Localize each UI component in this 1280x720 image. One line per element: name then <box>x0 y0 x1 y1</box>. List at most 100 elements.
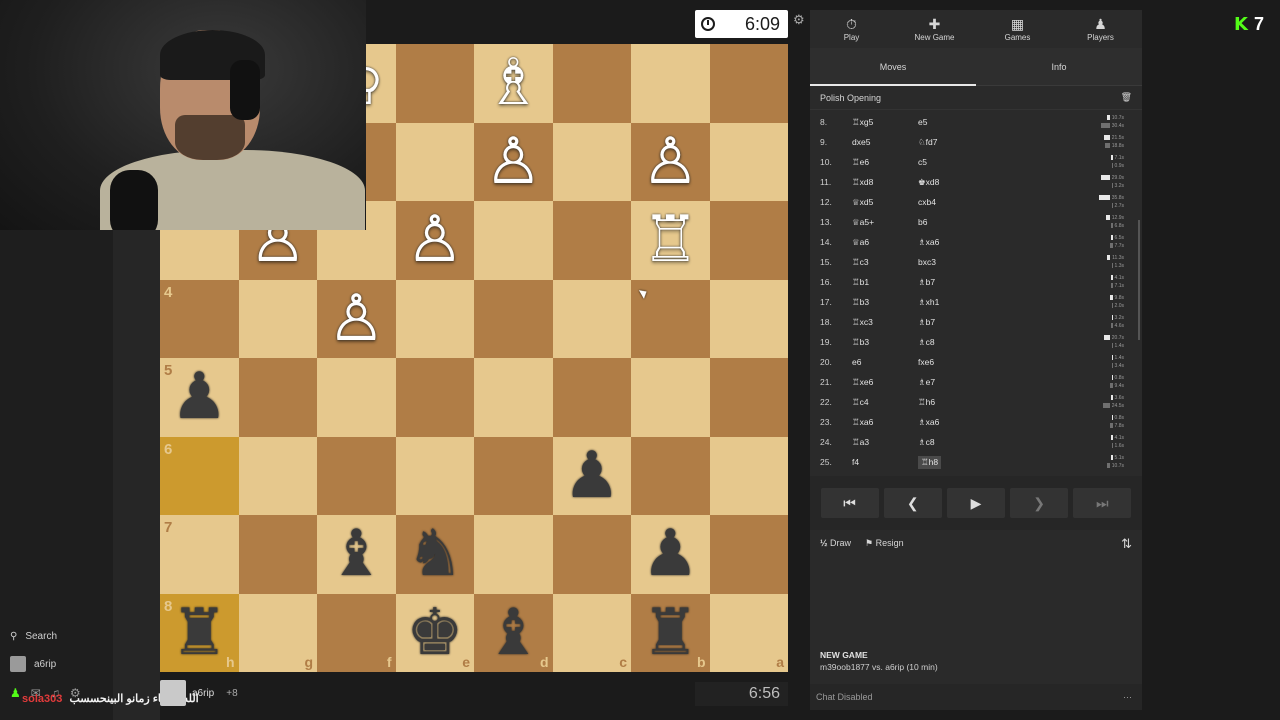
board-square[interactable] <box>552 515 631 594</box>
board-square[interactable] <box>709 436 788 515</box>
draw-button[interactable]: ½ Draw <box>820 538 851 548</box>
board-square[interactable]: d ♝ <box>474 593 553 672</box>
black-move[interactable]: fxe6 <box>918 357 998 367</box>
board-square[interactable] <box>474 515 553 594</box>
board-square[interactable] <box>474 358 553 437</box>
board-square[interactable]: ♖ <box>631 201 710 280</box>
board-square[interactable] <box>709 201 788 280</box>
board-square[interactable] <box>631 44 710 123</box>
white-move[interactable]: ♖xg5 <box>852 117 918 128</box>
white-pawn-icon[interactable]: ♙ <box>642 130 699 194</box>
board-square[interactable] <box>395 358 474 437</box>
move-row[interactable]: 8. ♖xg5 e5 10.7s 30.4s <box>810 112 1142 132</box>
board-square[interactable]: 4 <box>160 279 239 358</box>
board-square[interactable] <box>395 122 474 201</box>
board-square[interactable]: ♝ <box>317 515 396 594</box>
board-square[interactable]: b ♜ <box>631 593 710 672</box>
board-square[interactable]: 7 <box>160 515 239 594</box>
move-row[interactable]: 19. ♖b3 ♗c8 20.7s 1.4s <box>810 332 1142 352</box>
white-move[interactable]: ♖xc3 <box>852 317 918 328</box>
next-move-button[interactable]: ❯ <box>1010 488 1069 518</box>
board-square[interactable] <box>395 279 474 358</box>
move-row[interactable]: 16. ♖b1 ♗b7 4.1s 7.1s <box>810 272 1142 292</box>
board-square[interactable] <box>238 436 317 515</box>
board-square[interactable]: ♙ <box>395 201 474 280</box>
sidebar-search[interactable]: ⚲ Search <box>10 631 57 642</box>
nav-games[interactable]: ▦ Games <box>976 10 1059 48</box>
gear-icon[interactable]: ⚙ <box>793 12 805 28</box>
black-move[interactable]: ♗c8 <box>918 337 998 348</box>
trash-icon[interactable]: 🗑 <box>1121 92 1132 103</box>
black-move[interactable]: bxc3 <box>918 257 998 267</box>
black-move[interactable]: cxb4 <box>918 197 998 207</box>
white-move[interactable]: ♕a6 <box>852 237 918 248</box>
black-pawn-icon[interactable]: ♟ <box>563 444 620 508</box>
black-bishop-icon[interactable]: ♝ <box>328 522 385 586</box>
white-move[interactable]: ♖b3 <box>852 297 918 308</box>
board-square[interactable] <box>238 358 317 437</box>
black-move[interactable]: ♚xd8 <box>918 177 998 188</box>
black-move[interactable]: ♗c8 <box>918 437 998 448</box>
black-pawn-icon[interactable]: ♟ <box>642 522 699 586</box>
move-row[interactable]: 14. ♕a6 ♗xa6 6.5s 7.7s <box>810 232 1142 252</box>
board-square[interactable]: ♙ <box>317 279 396 358</box>
black-knight-icon[interactable]: ♞ <box>406 522 463 586</box>
white-move[interactable]: ♖c3 <box>852 257 918 268</box>
board-square[interactable] <box>474 279 553 358</box>
sidebar-user[interactable]: a6rip <box>10 656 56 672</box>
board-square[interactable] <box>709 44 788 123</box>
board-square[interactable] <box>552 279 631 358</box>
move-row[interactable]: 13. ♕a5+ b6 12.9s 6.8s <box>810 212 1142 232</box>
black-move[interactable]: ♗b7 <box>918 317 998 328</box>
move-row[interactable]: 10. ♖e6 c5 7.1s 0.9s <box>810 152 1142 172</box>
board-square[interactable] <box>552 122 631 201</box>
board-square[interactable]: ♟ <box>552 436 631 515</box>
board-square[interactable] <box>474 436 553 515</box>
move-row[interactable]: 17. ♖b3 ♗xh1 9.8s 2.0s <box>810 292 1142 312</box>
board-square[interactable]: ♞ <box>395 515 474 594</box>
moves-list[interactable]: 8. ♖xg5 e5 10.7s 30.4s 9. dxe5 ♘fd7 21.5s 18.8s 10… <box>810 110 1142 476</box>
black-rook-icon[interactable]: ♜ <box>171 601 228 665</box>
move-row[interactable]: 23. ♖xa6 ♗xa6 0.8s 7.8s <box>810 412 1142 432</box>
black-move[interactable]: ♗xh1 <box>918 297 998 308</box>
white-move[interactable]: ♖e6 <box>852 157 918 168</box>
move-row[interactable]: 18. ♖xc3 ♗b7 3.2s 4.6s <box>810 312 1142 332</box>
white-move[interactable]: ♕a5+ <box>852 217 918 228</box>
black-move[interactable]: b6 <box>918 217 998 227</box>
white-move[interactable]: ♖b3 <box>852 337 918 348</box>
first-move-button[interactable]: ⏮ <box>820 488 879 518</box>
board-square[interactable] <box>552 201 631 280</box>
flip-board-icon[interactable]: ⇅ <box>1121 536 1132 552</box>
move-row[interactable]: 25. f4 ♖h8 5.1s 10.7s <box>810 452 1142 472</box>
move-row[interactable]: 20. e6 fxe6 1.4s 3.4s <box>810 352 1142 372</box>
black-pawn-icon[interactable]: ♟ <box>171 365 228 429</box>
white-move[interactable]: f4 <box>852 457 918 467</box>
board-square[interactable] <box>631 358 710 437</box>
board-square[interactable] <box>474 201 553 280</box>
move-row[interactable]: 12. ♕xd5 cxb4 35.8s 2.7s <box>810 192 1142 212</box>
move-row[interactable]: 24. ♖a3 ♗c8 4.1s 1.6s <box>810 432 1142 452</box>
black-bishop-icon[interactable]: ♝ <box>485 601 542 665</box>
black-move[interactable]: ♗b7 <box>918 277 998 288</box>
board-square[interactable] <box>317 436 396 515</box>
move-row[interactable]: 21. ♖xe6 ♗e7 0.8s 9.4s <box>810 372 1142 392</box>
white-pawn-icon[interactable]: ♙ <box>328 287 385 351</box>
black-move[interactable]: ♗xa6 <box>918 417 998 428</box>
black-move[interactable]: ♗e7 <box>918 377 998 388</box>
white-move[interactable]: ♖b1 <box>852 277 918 288</box>
white-move[interactable]: ♖c4 <box>852 397 918 408</box>
board-square[interactable]: ♙ <box>474 122 553 201</box>
tab-info[interactable]: Info <box>976 48 1142 85</box>
nav-players[interactable]: ♟ Players <box>1059 10 1142 48</box>
board-square[interactable] <box>238 279 317 358</box>
board-square[interactable] <box>552 44 631 123</box>
board-square[interactable]: a <box>709 593 788 672</box>
white-move[interactable]: ♖a3 <box>852 437 918 448</box>
black-move[interactable]: ♖h8 <box>918 455 942 469</box>
black-rook-icon[interactable]: ♜ <box>642 601 699 665</box>
resign-button[interactable]: ⚑ Resign <box>865 538 904 549</box>
board-square[interactable] <box>552 358 631 437</box>
board-square[interactable]: e ♚ <box>395 593 474 672</box>
tab-moves[interactable]: Moves <box>810 48 976 86</box>
board-square[interactable]: c <box>552 593 631 672</box>
